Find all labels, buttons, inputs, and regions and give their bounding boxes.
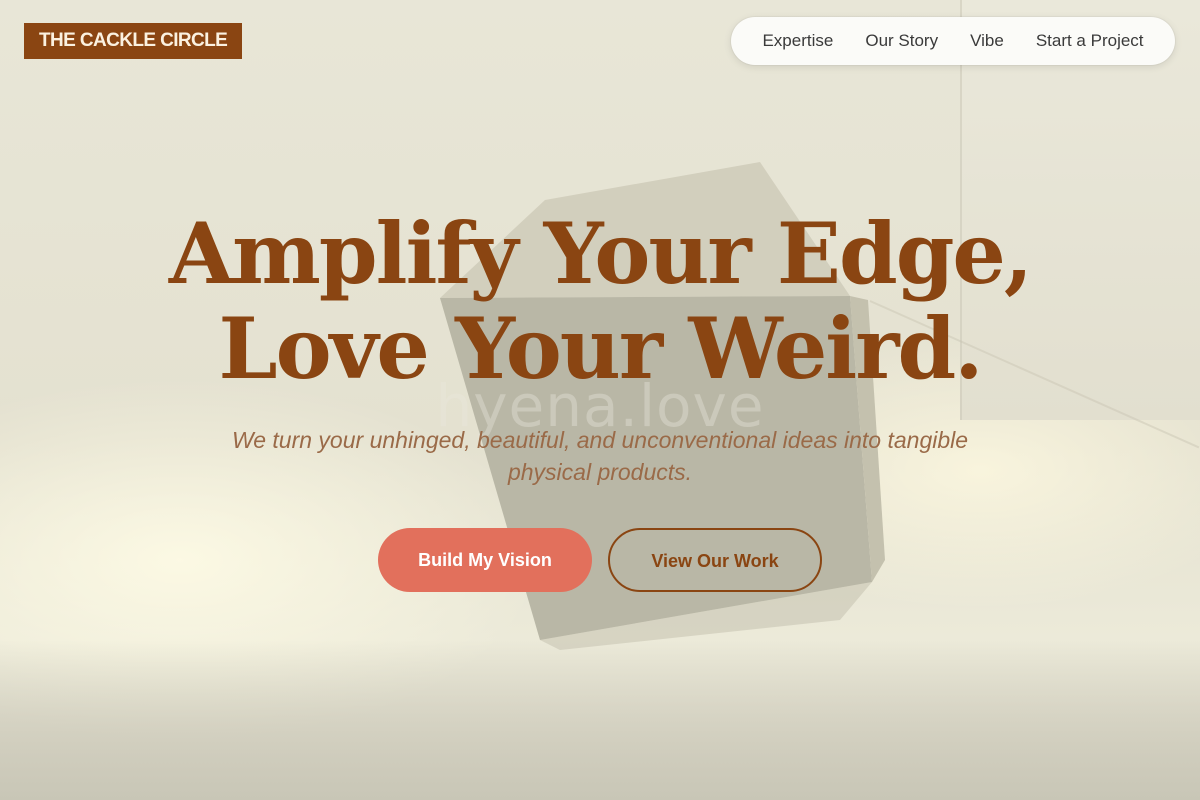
brand-logo[interactable]: THE CACKLE CIRCLE	[24, 23, 243, 59]
view-our-work-button[interactable]: View Our Work	[608, 528, 822, 592]
build-my-vision-button[interactable]: Build My Vision	[378, 528, 592, 592]
nav-item-expertise[interactable]: Expertise	[762, 31, 833, 51]
hero-headline-line-2: Love Your Weird.	[218, 299, 984, 398]
nav-item-vibe[interactable]: Vibe	[970, 31, 1004, 51]
nav-item-start-a-project[interactable]: Start a Project	[1036, 31, 1144, 51]
nav-item-our-story[interactable]: Our Story	[865, 31, 938, 51]
main-nav: Expertise Our Story Vibe Start a Project	[731, 17, 1175, 65]
hero-background-scene: hyena.love	[0, 0, 1200, 800]
floor-shadow	[0, 640, 1200, 800]
hero-headline-line-1: Amplify Your Edge,	[168, 204, 1033, 303]
hero-subtitle: We turn your unhinged, beautiful, and un…	[231, 427, 969, 485]
hero-headline: Amplify Your Edge, Love Your Weird.	[0, 206, 1200, 396]
